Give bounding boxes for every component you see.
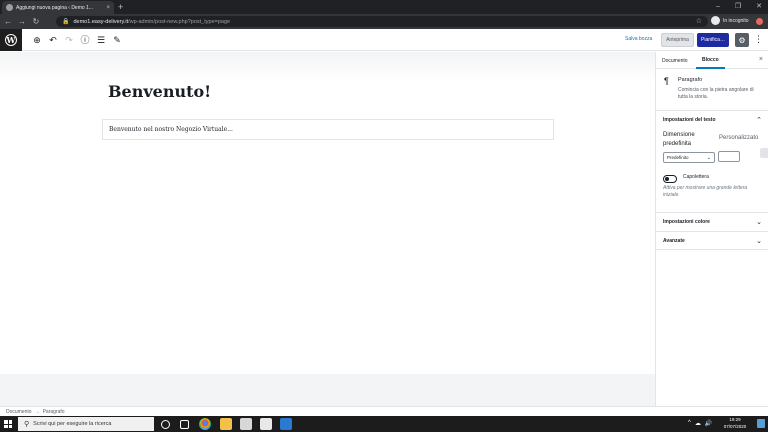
color-settings-panel-toggle[interactable]: Impostazioni colore ⌄ [656, 212, 768, 231]
incognito-indicator[interactable]: In incognito [711, 16, 749, 25]
store-icon[interactable] [240, 418, 252, 430]
editor-canvas: Benvenuto! Benvenuto nel nostro Negozio … [0, 52, 655, 374]
font-size-select-value: Predefinito [667, 155, 689, 160]
browser-tab-strip: Aggiungi nuova pagina ‹ Demo 1... × + – … [0, 0, 768, 14]
drop-cap-help: Attiva per mostrare una grande lettera i… [663, 185, 748, 198]
file-explorer-icon[interactable] [220, 418, 232, 430]
incognito-avatar-icon [711, 16, 720, 25]
chevron-up-icon: ⌃ [756, 117, 762, 124]
task-view-icon[interactable] [180, 420, 189, 429]
reload-button[interactable]: ↻ [30, 17, 42, 26]
color-settings-title: Impostazioni colore [663, 219, 710, 225]
onedrive-icon[interactable]: ☁ [695, 420, 701, 427]
editor-toolbar: ⊕ ↶ ↷ ⓘ ☰ ✎ [32, 34, 122, 46]
add-block-icon[interactable]: ⊕ [32, 34, 42, 46]
close-window-button[interactable]: ✕ [756, 1, 762, 12]
incognito-label: In incognito [723, 17, 749, 24]
preview-button[interactable]: Anteprima [661, 33, 694, 47]
clock-date: 07/07/2020 [723, 423, 747, 429]
wordpress-logo-button[interactable]: W [0, 29, 22, 51]
minimize-button[interactable]: – [716, 1, 720, 12]
post-title[interactable]: Benvenuto! [108, 82, 211, 101]
canvas-top-fade [0, 52, 655, 82]
text-settings-title: Impostazioni del testo [663, 117, 716, 123]
chevron-down-icon: ⌄ [756, 237, 762, 245]
block-breadcrumb: Documento → Paragrafo [0, 406, 768, 416]
lock-icon: 🔒 [62, 19, 70, 25]
undo-icon[interactable]: ↶ [48, 34, 58, 46]
mail-icon[interactable] [260, 418, 272, 430]
restore-button[interactable]: ❐ [735, 1, 741, 12]
paragraph-block[interactable]: Benvenuto nel nostro Negozio Virtuale... [102, 119, 554, 140]
breadcrumb-separator: → [34, 408, 40, 415]
breadcrumb-paragraph[interactable]: Paragrafo [43, 409, 65, 415]
url-text: demo1.easy-delivery.it/wp-admin/post-new… [73, 19, 230, 25]
notification-center-icon[interactable] [757, 419, 765, 428]
taskbar-search-box[interactable]: ⚲ Scrivi qui per eseguire la ricerca [18, 417, 154, 431]
redo-icon[interactable]: ↷ [64, 34, 74, 46]
drop-cap-toggle[interactable] [663, 175, 677, 183]
custom-size-label: Personalizzato [719, 135, 759, 141]
edit-mode-icon[interactable]: ✎ [112, 34, 122, 46]
system-tray: ^ ☁ 🔊 [688, 420, 712, 427]
windows-start-icon[interactable] [4, 420, 12, 428]
breadcrumb-document[interactable]: Documento [6, 409, 32, 415]
close-sidebar-icon[interactable]: × [759, 56, 763, 63]
block-name: Paragrafo [678, 77, 703, 83]
cortana-icon[interactable] [161, 420, 170, 429]
font-size-select[interactable]: Predefinito ⌄ [663, 152, 715, 163]
wordpress-favicon-icon [6, 4, 13, 11]
tab-close-icon[interactable]: × [106, 5, 110, 11]
tray-expand-icon[interactable]: ^ [688, 420, 691, 427]
sidebar-tabs: Documento Blocco × [656, 52, 768, 69]
text-settings-panel-toggle[interactable]: Impostazioni del testo ⌃ [656, 110, 768, 129]
chevron-down-icon: ⌄ [756, 219, 762, 226]
settings-sidebar: Documento Blocco × ¶ Paragrafo Comincia … [655, 52, 768, 406]
custom-font-size-input[interactable] [718, 151, 740, 162]
editor-header: W ⊕ ↶ ↷ ⓘ ☰ ✎ Salva bozza Anteprima Pian… [0, 29, 768, 51]
browser-tab[interactable]: Aggiungi nuova pagina ‹ Demo 1... × [2, 1, 114, 14]
font-size-label: Dimensione predefinita [663, 132, 695, 147]
search-icon: ⚲ [24, 421, 30, 428]
more-options-icon[interactable]: ⋮ [754, 34, 763, 45]
address-bar[interactable]: 🔒 demo1.easy-delivery.it/wp-admin/post-n… [56, 16, 708, 27]
volume-icon[interactable]: 🔊 [705, 420, 712, 427]
wordpress-logo-icon: W [5, 34, 17, 46]
taskbar-clock[interactable]: 19:29 07/07/2020 [718, 417, 752, 430]
schedule-button[interactable]: Pianifica… [697, 33, 729, 47]
window-controls: – ❐ ✕ [716, 1, 762, 12]
canvas-bottom-area [0, 374, 655, 406]
forward-button[interactable]: → [16, 17, 28, 26]
bookmark-star-icon[interactable]: ☆ [696, 17, 702, 25]
paragraph-icon: ¶ [664, 76, 669, 86]
tab-title: Aggiungi nuova pagina ‹ Demo 1... [16, 4, 93, 11]
advanced-title: Avanzate [663, 237, 685, 244]
block-navigation-icon[interactable]: ☰ [96, 34, 106, 46]
tab-block[interactable]: Blocco [696, 52, 725, 69]
reset-button[interactable] [760, 148, 768, 158]
back-button[interactable]: ← [2, 17, 14, 26]
info-icon[interactable]: ⓘ [80, 34, 90, 46]
tab-document[interactable]: Documento [656, 52, 694, 69]
save-draft-button[interactable]: Salva bozza [625, 36, 652, 42]
advanced-panel-toggle[interactable]: Avanzate ⌄ [656, 231, 768, 250]
chevron-down-icon: ⌄ [706, 154, 711, 161]
taskbar-search-placeholder: Scrivi qui per eseguire la ricerca [33, 421, 112, 427]
app-icon[interactable] [280, 418, 292, 430]
new-tab-button[interactable]: + [118, 2, 123, 12]
chrome-app-icon[interactable] [199, 418, 211, 430]
drop-cap-label: Capolettera [683, 174, 709, 180]
extension-icon[interactable] [756, 18, 763, 25]
browser-toolbar: ← → ↻ 🔒 demo1.easy-delivery.it/wp-admin/… [0, 14, 768, 29]
block-description: Comincia con la pietra angolare di tutta… [678, 87, 754, 100]
url-path: /wp-admin/post-new.php?post_type=page [128, 18, 231, 25]
url-host: demo1.easy-delivery.it [73, 18, 129, 25]
settings-gear-icon[interactable]: ⚙ [735, 33, 749, 47]
windows-taskbar: ⚲ Scrivi qui per eseguire la ricerca ^ ☁… [0, 416, 768, 432]
